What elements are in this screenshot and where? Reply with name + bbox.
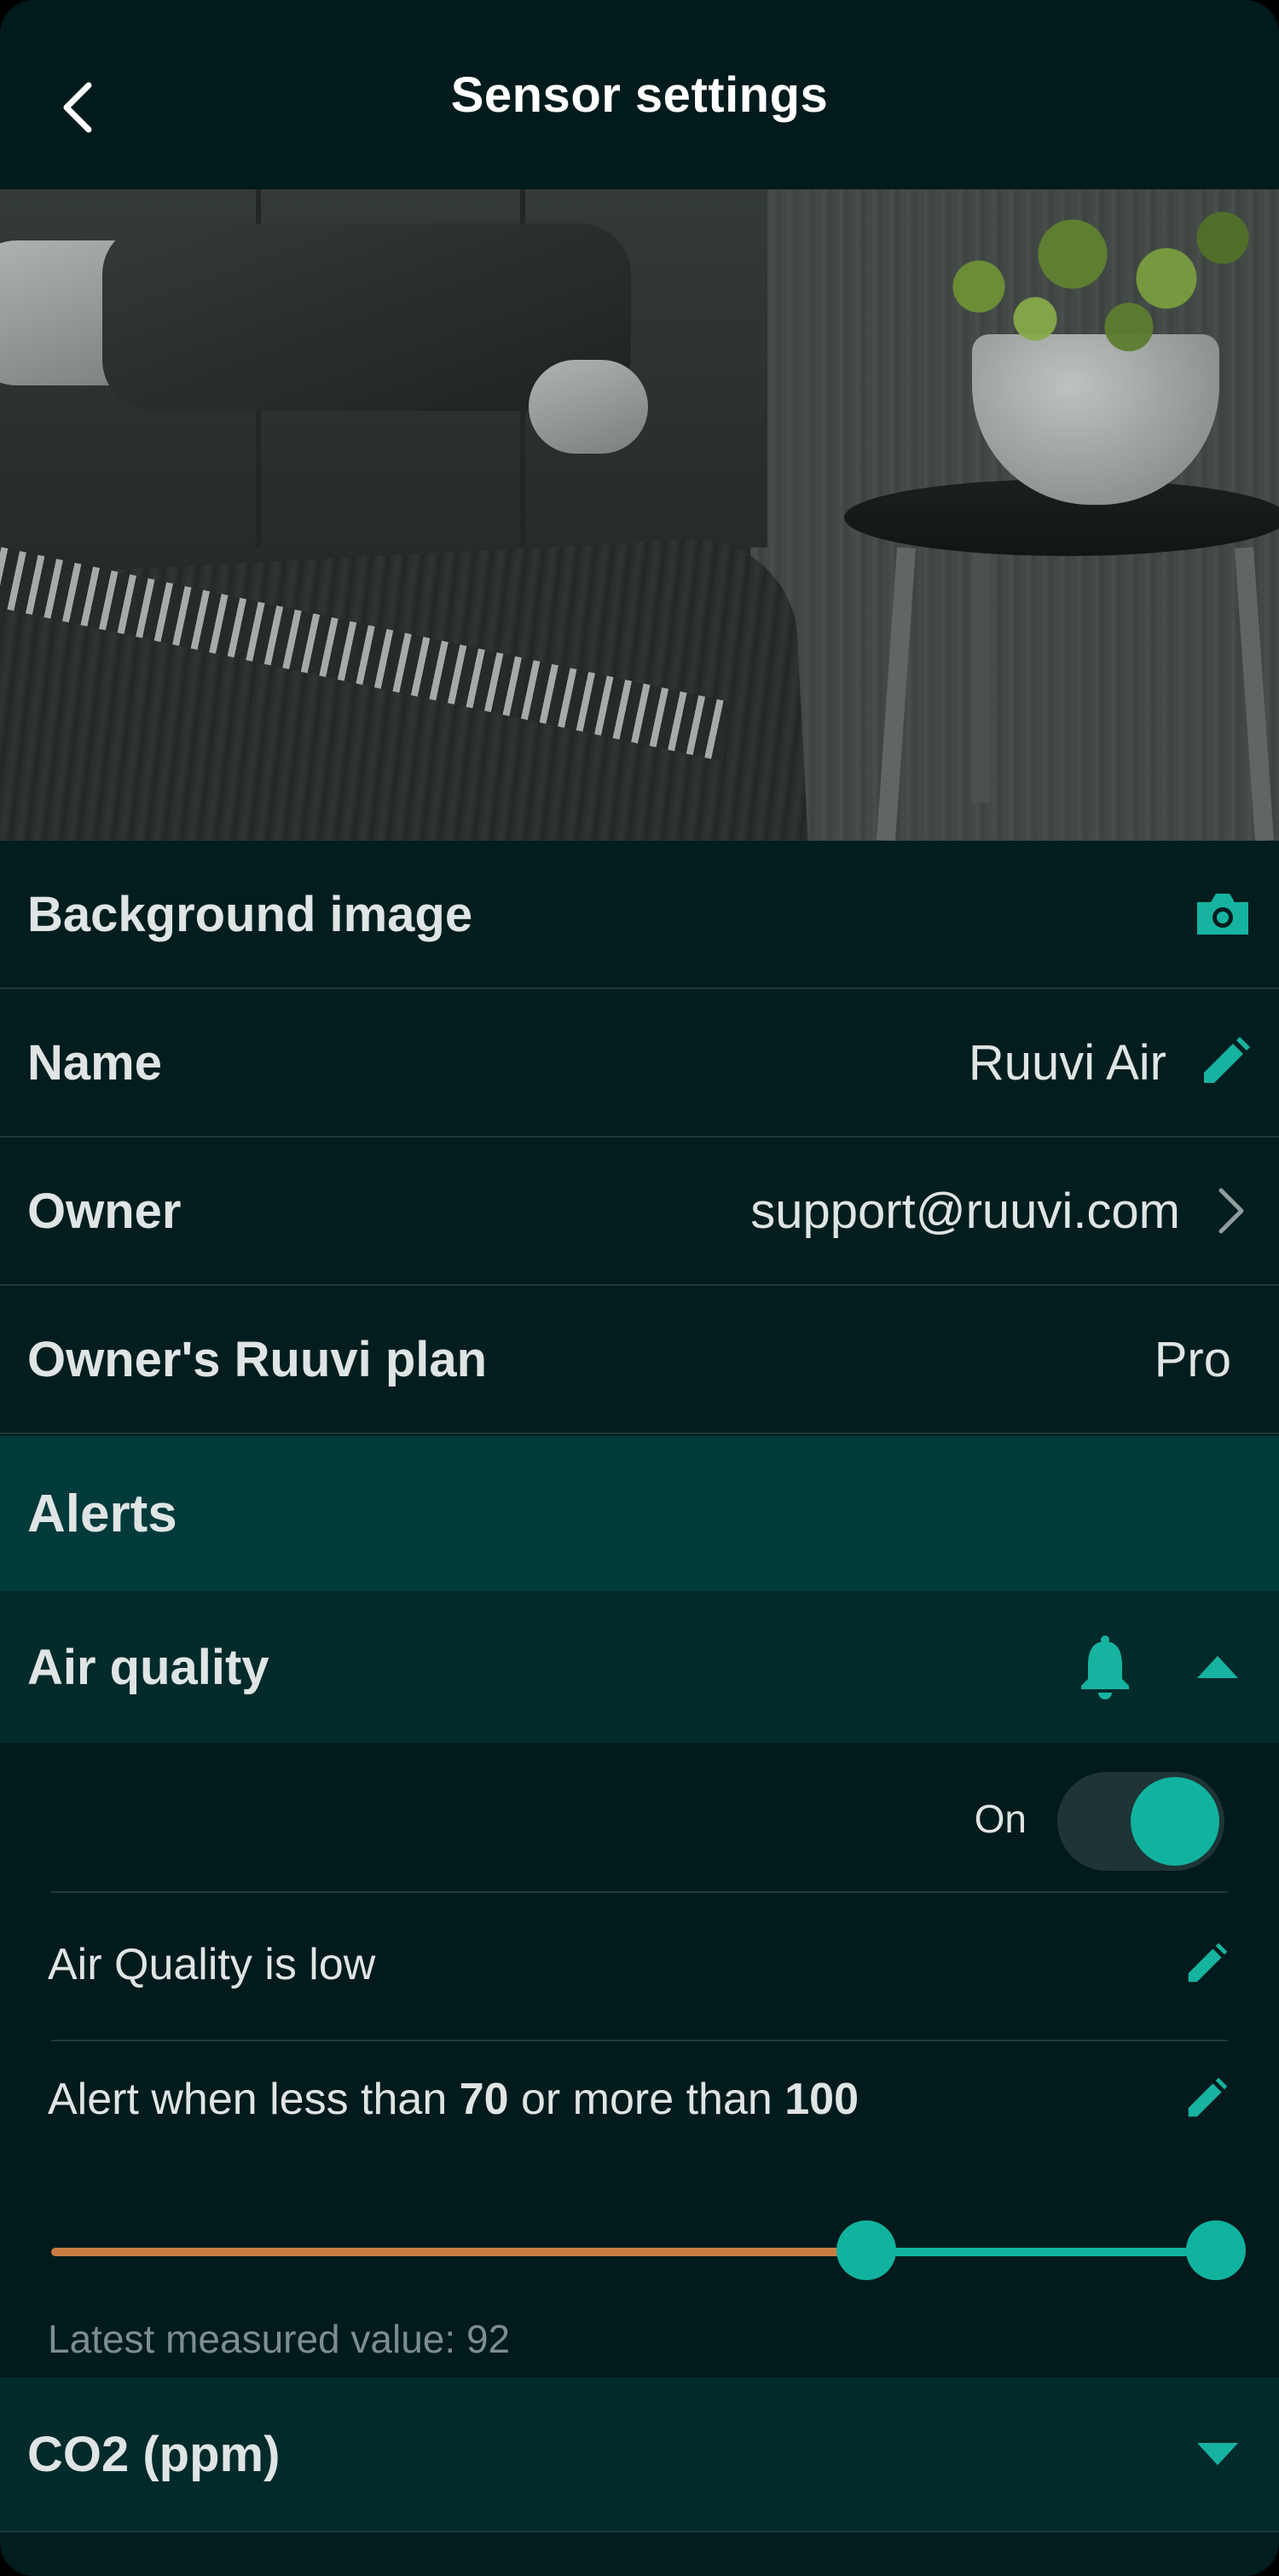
- alert-description: Air Quality is low: [48, 1940, 376, 1989]
- plan-value: Pro: [1154, 1331, 1231, 1387]
- air-quality-label: Air quality: [27, 1639, 269, 1695]
- background-image-preview: [0, 189, 1279, 841]
- air-quality-alert-header[interactable]: Air quality: [0, 1591, 1279, 1743]
- caret-down-icon: [1197, 2443, 1238, 2465]
- alert-description-row[interactable]: Air Quality is low: [0, 1896, 1279, 2033]
- alert-condition: Alert when less than 70 or more than 100: [48, 2075, 859, 2124]
- alert-condition-row[interactable]: Alert when less than 70 or more than 100: [0, 2031, 1279, 2168]
- slider-track-range: [866, 2248, 1216, 2256]
- pencil-icon: [1188, 1942, 1228, 1983]
- plan-label: Owner's Ruuvi plan: [27, 1331, 488, 1387]
- pencil-icon[interactable]: [1197, 1035, 1252, 1090]
- edit-description-button[interactable]: [1180, 1939, 1231, 1990]
- toggle-label: On: [974, 1797, 1027, 1841]
- toggle-knob: [1131, 1777, 1219, 1866]
- caret-up-icon: [1197, 1656, 1238, 1678]
- back-icon: [63, 82, 92, 133]
- name-row[interactable]: Name Ruuvi Air: [0, 989, 1279, 1137]
- divider: [51, 1891, 1228, 1893]
- name-value: Ruuvi Air: [968, 1034, 1166, 1091]
- owner-row[interactable]: Owner support@ruuvi.com: [0, 1137, 1279, 1286]
- plan-row: Owner's Ruuvi plan Pro: [0, 1286, 1279, 1434]
- camera-icon[interactable]: [1194, 890, 1252, 938]
- settings-screen: Sensor settings Background image Name Ru…: [0, 0, 1279, 2576]
- bell-icon: [1081, 1635, 1129, 1699]
- alert-enable-toggle[interactable]: [1057, 1772, 1224, 1871]
- alert-max-value: 100: [784, 2075, 859, 2124]
- slider-min-handle[interactable]: [836, 2220, 896, 2280]
- latest-measured-value: Latest measured value: 92: [48, 2317, 511, 2361]
- owner-value: support@ruuvi.com: [750, 1183, 1180, 1239]
- alerts-section-header: Alerts: [0, 1436, 1279, 1591]
- alerts-title: Alerts: [27, 1484, 177, 1543]
- range-slider[interactable]: [51, 2217, 1246, 2285]
- slider-track-below: [51, 2248, 866, 2256]
- edit-range-button[interactable]: [1180, 2074, 1231, 2125]
- alert-toggle-row: On: [0, 1743, 1279, 1893]
- background-image-label: Background image: [27, 886, 473, 942]
- top-bar: Sensor settings: [0, 0, 1279, 189]
- alert-min-value: 70: [459, 2075, 509, 2124]
- co2-alert-header[interactable]: CO2 (ppm): [0, 2377, 1279, 2533]
- expand-button[interactable]: [1184, 2420, 1252, 2488]
- chevron-right-icon: [1218, 1188, 1244, 1234]
- pencil-icon: [1188, 2077, 1228, 2117]
- name-label: Name: [27, 1034, 162, 1091]
- collapse-button[interactable]: [1184, 1633, 1252, 1701]
- slider-max-handle[interactable]: [1186, 2220, 1246, 2280]
- page-title: Sensor settings: [450, 67, 829, 123]
- background-image-row[interactable]: Background image: [0, 841, 1279, 989]
- co2-label: CO2 (ppm): [27, 2426, 281, 2482]
- back-button[interactable]: [51, 82, 102, 133]
- owner-label: Owner: [27, 1183, 182, 1239]
- air-quality-alert-body: On Air Quality is low Alert when less th…: [0, 1743, 1279, 2377]
